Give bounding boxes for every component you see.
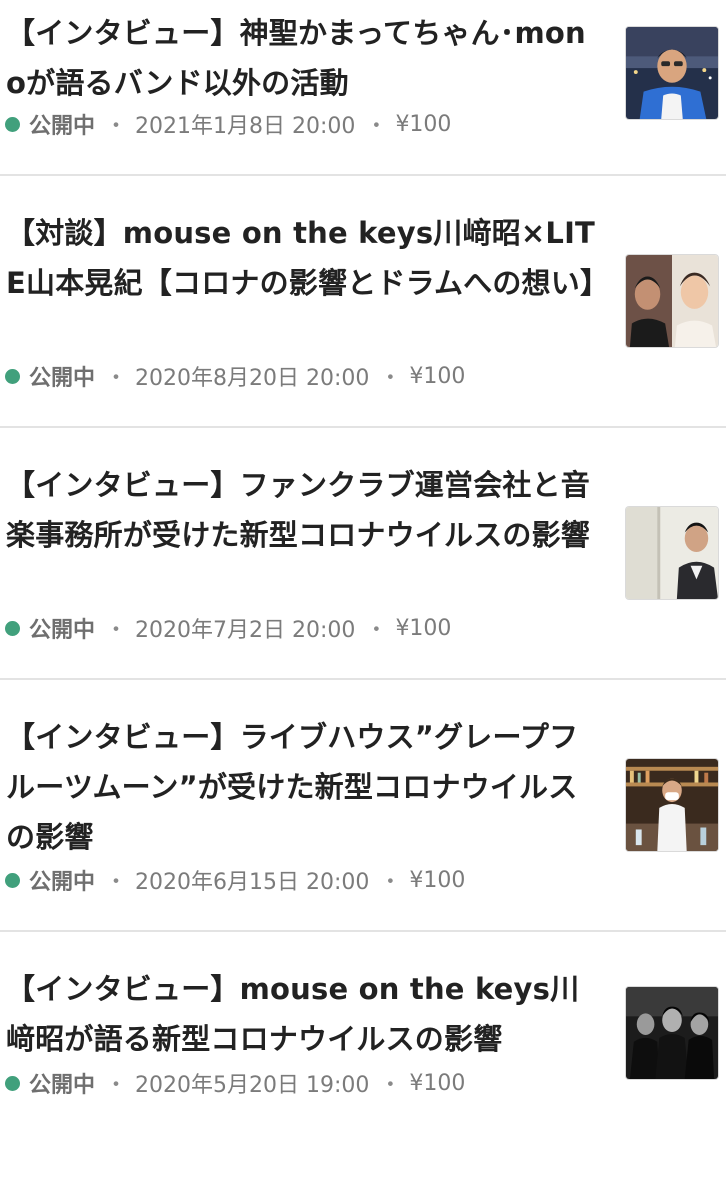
article-date: 2020年6月15日 20:00 [135, 870, 370, 895]
article-item[interactable]: 【インタビュー】mouse on the keys川﨑昭が語る新型コロナウイルス… [0, 931, 726, 1183]
article-title[interactable]: 【インタビュー】mouse on the keys川﨑昭が語る新型コロナウイルス… [6, 964, 606, 1064]
separator: ・ [105, 366, 128, 391]
article-title[interactable]: 【対談】mouse on the keys川﨑昭×LITE山本晃紀【コロナの影響… [6, 208, 609, 308]
separator: ・ [105, 114, 128, 139]
article-date: 2020年8月20日 20:00 [135, 366, 370, 391]
separator: ・ [379, 366, 402, 391]
article-thumbnail[interactable] [625, 986, 719, 1080]
article-title[interactable]: 【インタビュー】ライブハウス”グレープフルーツムーン”が受けた新型コロナウイルス… [6, 712, 606, 862]
separator: ・ [105, 1073, 128, 1098]
article-thumbnail[interactable] [625, 506, 719, 600]
article-meta: 公開中 ・ 2020年8月20日 20:00 ・ ¥100 [5, 361, 465, 391]
article-meta: 公開中 ・ 2020年5月20日 19:00 ・ ¥100 [5, 1068, 465, 1098]
article-thumbnail[interactable] [625, 26, 719, 120]
article-status: 公開中 [29, 1073, 96, 1098]
published-status-dot-icon [5, 368, 20, 384]
separator: ・ [105, 870, 128, 895]
separator: ・ [105, 618, 128, 643]
published-status-dot-icon [5, 116, 20, 132]
article-date: 2021年1月8日 20:00 [135, 114, 356, 139]
published-status-dot-icon [5, 872, 20, 888]
article-meta: 公開中 ・ 2021年1月8日 20:00 ・ ¥100 [5, 109, 451, 139]
article-meta: 公開中 ・ 2020年7月2日 20:00 ・ ¥100 [5, 613, 451, 643]
thumbnail-image [626, 255, 718, 347]
article-status: 公開中 [29, 618, 96, 643]
article-price: ¥100 [409, 363, 466, 389]
article-list: 【インタビュー】神聖かまってちゃん･mon oが語るバンド以外の活動 公開中 ・… [0, 0, 726, 1106]
article-thumbnail[interactable] [625, 254, 719, 348]
article-price: ¥100 [395, 111, 452, 137]
published-status-dot-icon [5, 1075, 20, 1091]
article-status: 公開中 [29, 870, 96, 895]
separator: ・ [365, 618, 388, 643]
published-status-dot-icon [5, 620, 20, 636]
article-title[interactable]: 【インタビュー】ファンクラブ運営会社と音楽事務所が受けた新型コロナウイルスの影響 [6, 460, 606, 560]
article-item[interactable]: 【対談】mouse on the keys川﨑昭×LITE山本晃紀【コロナの影響… [0, 175, 726, 427]
article-title[interactable]: 【インタビュー】神聖かまってちゃん･mon oが語るバンド以外の活動 [6, 8, 606, 108]
separator: ・ [365, 114, 388, 139]
article-item[interactable]: 【インタビュー】ファンクラブ運営会社と音楽事務所が受けた新型コロナウイルスの影響… [0, 427, 726, 679]
thumbnail-image [626, 507, 718, 599]
separator: ・ [379, 1073, 402, 1098]
thumbnail-image [626, 27, 718, 119]
thumbnail-image [626, 759, 718, 851]
article-date: 2020年5月20日 19:00 [135, 1073, 370, 1098]
article-status: 公開中 [29, 114, 96, 139]
article-item[interactable]: 【インタビュー】ライブハウス”グレープフルーツムーン”が受けた新型コロナウイルス… [0, 679, 726, 931]
thumbnail-image [626, 987, 718, 1079]
article-meta: 公開中 ・ 2020年6月15日 20:00 ・ ¥100 [5, 865, 465, 895]
article-date: 2020年7月2日 20:00 [135, 618, 356, 643]
article-price: ¥100 [409, 867, 466, 893]
article-price: ¥100 [395, 615, 452, 641]
separator: ・ [379, 870, 402, 895]
article-status: 公開中 [29, 366, 96, 391]
article-price: ¥100 [409, 1070, 466, 1096]
article-thumbnail[interactable] [625, 758, 719, 852]
